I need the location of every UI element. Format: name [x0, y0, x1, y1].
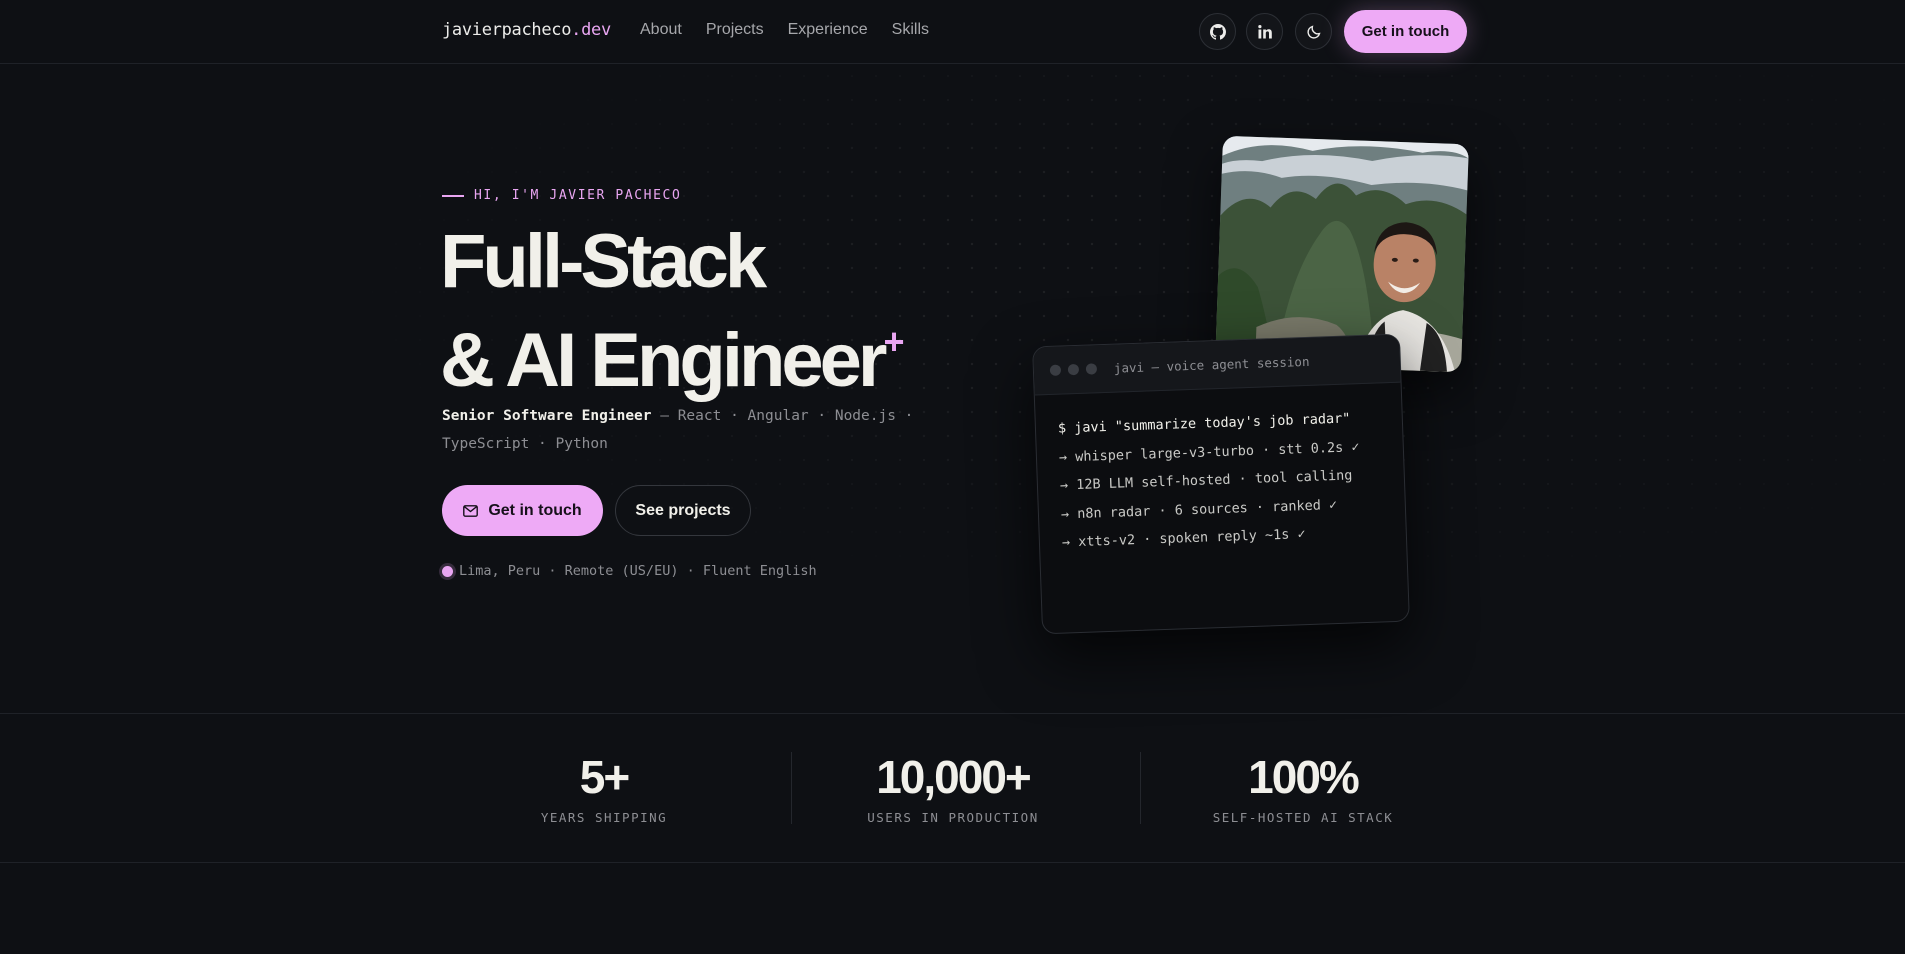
stat-label: SELF-HOSTED AI STACK: [1212, 810, 1394, 825]
stat-value: 100%: [1248, 751, 1360, 803]
stat-years: 5+ YEARS SHIPPING: [494, 752, 714, 825]
stat-label: USERS IN PRODUCTION: [867, 810, 1039, 825]
top-nav: javierpacheco.dev About Projects Experie…: [0, 0, 1905, 64]
hero-primary-cta-label: Get in touch: [488, 501, 582, 519]
window-dot-maximize: [1085, 363, 1098, 375]
stat-label: YEARS SHIPPING: [540, 810, 668, 825]
stat-divider: [1140, 752, 1141, 824]
moon-icon: [1306, 25, 1320, 39]
headline-line-1: Full-Stack: [440, 219, 767, 304]
hero-get-in-touch-button[interactable]: Get in touch: [442, 485, 603, 536]
linkedin-icon: [1257, 24, 1272, 38]
hero-eyebrow: HI, I'M JAVIER PACHECO: [442, 188, 681, 203]
brand-name: javierpacheco: [442, 20, 572, 40]
brand-tld: .dev: [571, 20, 611, 40]
stat-value: 10,000+: [876, 751, 1032, 803]
eyebrow-line: [442, 194, 464, 197]
nav-link-skills[interactable]: Skills: [892, 21, 929, 39]
nav-link-projects[interactable]: Projects: [706, 21, 764, 39]
location-info: Lima, Peru · Remote (US/EU) · Fluent Eng…: [442, 563, 817, 579]
nav-get-in-touch-button[interactable]: Get in touch: [1344, 10, 1467, 53]
eyebrow-text: HI, I'M JAVIER PACHECO: [474, 188, 682, 203]
dot-grid-background: [0, 64, 1905, 714]
theme-toggle-button[interactable]: [1295, 13, 1332, 50]
terminal-title: javi — voice agent session: [1113, 353, 1310, 376]
status-dot: [442, 565, 453, 577]
nav-links: About Projects Experience Skills: [640, 21, 929, 39]
stat-users: 10,000+ USERS IN PRODUCTION: [843, 752, 1063, 825]
nav-link-about[interactable]: About: [640, 21, 682, 39]
terminal-body: $ javi "summarize today's job radar" → w…: [1035, 383, 1407, 578]
location-text: Lima, Peru · Remote (US/EU) · Fluent Eng…: [459, 563, 817, 579]
hero-headline: Full-Stack & AI Engineer+: [440, 222, 905, 401]
brand-logo[interactable]: javierpacheco.dev: [442, 20, 611, 40]
github-button[interactable]: [1199, 13, 1236, 50]
mail-icon: [463, 504, 479, 517]
stat-value: 5+: [579, 751, 630, 803]
window-dot-close: [1049, 364, 1062, 376]
nav-link-experience[interactable]: Experience: [788, 21, 868, 39]
terminal-window: javi — voice agent session $ javi "summa…: [1032, 333, 1410, 635]
headline-line-2: & AI Engineer: [440, 318, 887, 403]
stats-section: 5+ YEARS SHIPPING 10,000+ USERS IN PRODU…: [0, 713, 1905, 863]
hero-role: Senior Software Engineer: [442, 408, 652, 424]
github-icon: [1209, 23, 1226, 40]
stat-self-hosted: 100% SELF-HOSTED AI STACK: [1193, 752, 1413, 825]
window-dot-minimize: [1067, 363, 1080, 376]
headline-plus-mark: +: [883, 321, 905, 362]
linkedin-button[interactable]: [1246, 13, 1283, 50]
stat-divider: [791, 752, 792, 824]
see-projects-button[interactable]: See projects: [615, 485, 751, 536]
hero-subline: Senior Software Engineer — React · Angul…: [442, 402, 932, 458]
